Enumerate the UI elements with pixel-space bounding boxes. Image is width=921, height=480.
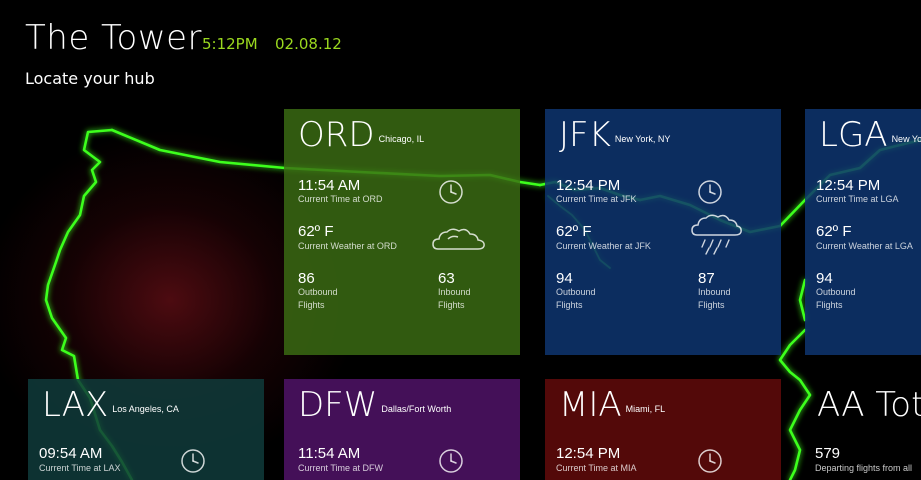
local-time: 11:54 AM xyxy=(298,445,361,462)
weather-temp: 62º F xyxy=(816,223,852,240)
local-time-label: Current Time at LGA xyxy=(816,194,899,204)
outbound-label-2: Flights xyxy=(816,300,843,310)
outbound-count: 94 xyxy=(556,270,573,287)
outbound-label: Outbound xyxy=(556,287,596,297)
hub-city: Miami, FL xyxy=(625,404,666,414)
outbound-label-2: Flights xyxy=(298,300,325,310)
inbound-count: 87 xyxy=(698,270,715,287)
weather-label: Current Weather at ORD xyxy=(298,241,397,251)
hub-tile-ord[interactable]: ORD Chicago, IL 11:54 AM Current Time at … xyxy=(284,109,520,355)
local-time: 12:54 PM xyxy=(816,177,881,194)
hub-tile-mia[interactable]: MIA Miami, FL 12:54 PM Current Time at MI… xyxy=(545,379,781,480)
tower-screen: The Tower 5:12PM 02.08.12 Locate your hu… xyxy=(0,0,921,480)
app-title: The Tower xyxy=(25,18,203,58)
cloud-icon xyxy=(432,228,485,250)
local-time: 12:54 PM xyxy=(556,445,621,462)
local-time-label: Current Time at LAX xyxy=(39,463,121,473)
hub-code: ORD Chicago, IL xyxy=(298,115,425,155)
hub-code: MIA Miami, FL xyxy=(559,385,666,425)
hub-city: Chicago, IL xyxy=(378,134,425,144)
clock-icon xyxy=(698,449,722,473)
weather-temp: 62º F xyxy=(556,223,592,240)
outbound-label-2: Flights xyxy=(556,300,583,310)
outbound-label: Outbound xyxy=(298,287,338,297)
hub-code: DFW Dallas/Fort Worth xyxy=(298,385,452,425)
hub-tile-lga[interactable]: LGANew York 12:54 PM Current Time at LGA… xyxy=(805,109,921,355)
hub-code: LGANew York xyxy=(819,115,921,155)
inbound-label-2: Flights xyxy=(698,300,725,310)
local-time-label: Current Time at MIA xyxy=(556,463,637,473)
clock-icon xyxy=(181,449,205,473)
hub-code: LAX Los Angeles, CA xyxy=(42,385,179,425)
hub-city: New York xyxy=(891,134,921,144)
header-date: 02.08.12 xyxy=(275,35,342,53)
outbound-count: 94 xyxy=(816,270,833,287)
departing-count: 579 xyxy=(815,445,841,462)
local-time-label: Current Time at JFK xyxy=(556,194,637,204)
hub-city: Los Angeles, CA xyxy=(112,404,179,414)
hub-tile-dfw[interactable]: DFW Dallas/Fort Worth 11:54 AM Current Ti… xyxy=(284,379,520,480)
rain-cloud-icon xyxy=(691,214,742,255)
aa-total-tile[interactable]: AA Tot 579 Departing flights from all xyxy=(805,379,921,480)
hub-tile-jfk[interactable]: JFK New York, NY 12:54 PM Current Time at… xyxy=(545,109,781,355)
inbound-label: Inbound xyxy=(438,287,471,297)
outbound-label: Outbound xyxy=(816,287,856,297)
weather-label: Current Weather at LGA xyxy=(816,241,913,251)
inbound-label-2: Flights xyxy=(438,300,465,310)
clock-icon xyxy=(439,180,463,204)
departing-label: Departing flights from all xyxy=(815,463,913,473)
local-time-label: Current Time at ORD xyxy=(298,194,383,204)
aa-total-title: AA Tot xyxy=(817,385,921,425)
hub-city: New York, NY xyxy=(614,134,671,144)
outbound-count: 86 xyxy=(298,270,315,287)
weather-label: Current Weather at JFK xyxy=(556,241,651,251)
page-subtitle: Locate your hub xyxy=(25,69,155,88)
local-time-label: Current Time at DFW xyxy=(298,463,384,473)
hub-city: Dallas/Fort Worth xyxy=(381,404,452,414)
inbound-label: Inbound xyxy=(698,287,731,297)
clock-icon xyxy=(439,449,463,473)
header-time: 5:12PM xyxy=(202,35,258,53)
inbound-count: 63 xyxy=(438,270,455,287)
local-time: 09:54 AM xyxy=(39,445,103,462)
hub-tile-lax[interactable]: LAX Los Angeles, CA 09:54 AM Current Time… xyxy=(28,379,264,480)
hub-code: JFK New York, NY xyxy=(559,115,671,155)
weather-temp: 62º F xyxy=(298,223,334,240)
clock-icon xyxy=(698,180,722,204)
local-time: 11:54 AM xyxy=(298,177,361,194)
local-time: 12:54 PM xyxy=(556,177,621,194)
